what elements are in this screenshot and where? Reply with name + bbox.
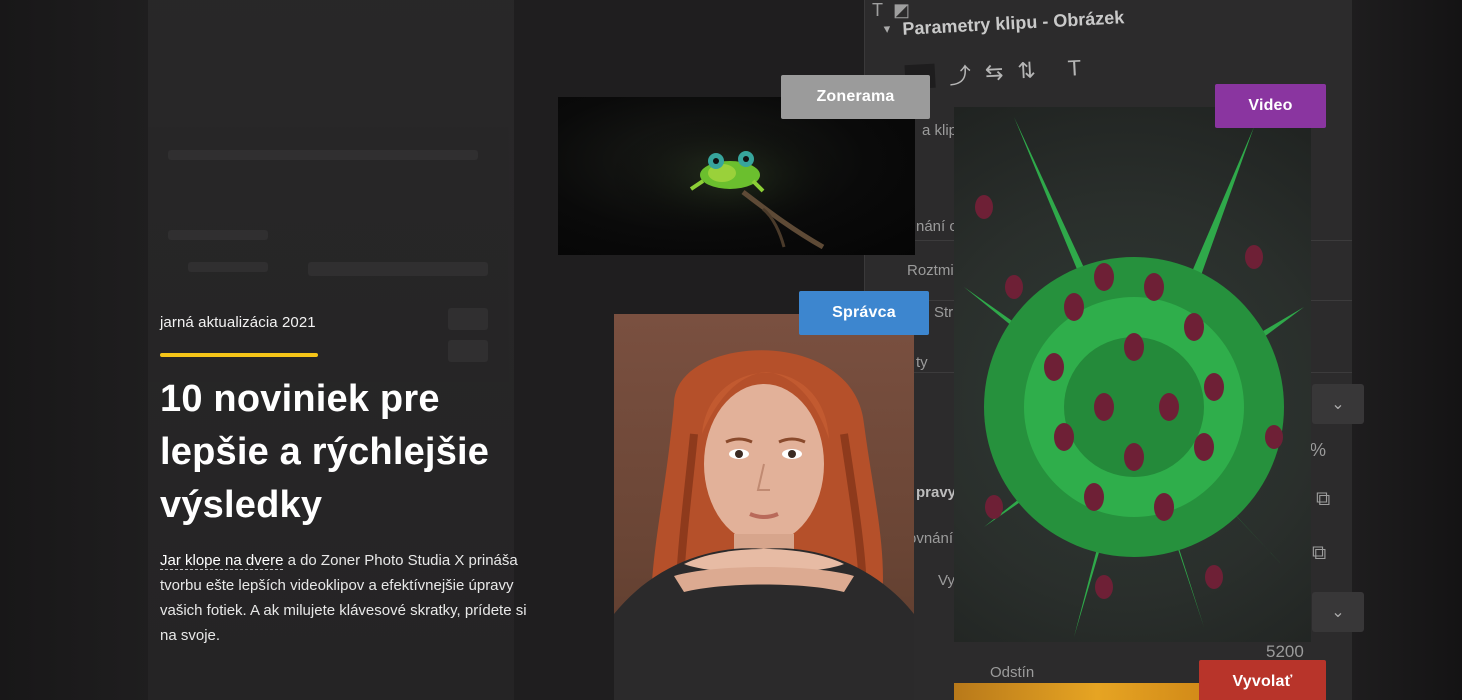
page-title: 10 noviniek pre lepšie a rýchlejšie výsl… <box>160 373 560 532</box>
title-line: 10 noviniek pre <box>160 378 440 420</box>
vyvolat-tag[interactable]: Vyvolať <box>1199 660 1326 700</box>
chevron-down-icon: ⌄ <box>1331 604 1345 621</box>
tulips-illustration <box>964 117 1304 637</box>
panel-label: Vy <box>938 572 955 589</box>
panel-label: Roztmi <box>907 262 954 279</box>
title-line: výsledky <box>160 484 323 526</box>
ghost-button <box>188 262 268 272</box>
spring-link[interactable]: Jar klope na dvere <box>160 552 284 570</box>
flip-horizontal-icon: ⇆ <box>984 59 1005 86</box>
panel-label: pravy <box>916 484 957 501</box>
hero-section: jarná aktualizácia 2021 10 noviniek pre … <box>160 314 560 648</box>
background-right-edge <box>1352 0 1462 700</box>
collapse-triangle-icon: ▼ <box>881 23 893 36</box>
flip-vertical-icon: ⇅ <box>1016 57 1037 84</box>
value-label: 5200 <box>1266 642 1304 661</box>
hero-description: Jar klope na dvere a do Zoner Photo Stud… <box>160 548 540 648</box>
ghost-button <box>308 262 488 276</box>
chevron-down-icon: ⌄ <box>1331 396 1345 413</box>
panel-label: ty <box>916 354 928 371</box>
ghost-label <box>168 230 268 240</box>
title-line: lepšie a rýchlejšie <box>160 431 490 473</box>
panel-label: Odstín <box>990 664 1035 681</box>
copy-icon: ⧉ <box>1316 488 1331 510</box>
frog-illustration <box>608 117 848 250</box>
dropdown-toggle: ⌄ <box>1312 384 1364 424</box>
panel-label: Str <box>934 304 954 321</box>
panel-label: nání o <box>916 218 958 235</box>
accent-underline <box>160 353 318 357</box>
zonerama-tag[interactable]: Zonerama <box>781 75 930 119</box>
copy-icon: ⧉ <box>1312 542 1327 564</box>
percent-label: % <box>1310 440 1327 460</box>
panel-title: Parametry klipu - Obrázek <box>901 6 1125 39</box>
dropdown-toggle: ⌄ <box>1312 592 1364 632</box>
portrait-illustration <box>614 350 914 700</box>
portrait-photo[interactable] <box>614 314 914 700</box>
ghost-slider <box>168 150 478 160</box>
tulips-photo[interactable] <box>954 107 1311 642</box>
spravca-tag[interactable]: Správca <box>799 291 929 335</box>
text-format-icon: T <box>1067 55 1082 81</box>
video-tag[interactable]: Video <box>1215 84 1326 128</box>
panel-label: ovnání <box>908 530 954 547</box>
background-left-edge <box>0 0 150 700</box>
kicker-text: jarná aktualizácia 2021 <box>160 314 316 331</box>
rotate-icon: ⤴ <box>948 62 972 89</box>
frog-photo[interactable] <box>558 97 915 255</box>
